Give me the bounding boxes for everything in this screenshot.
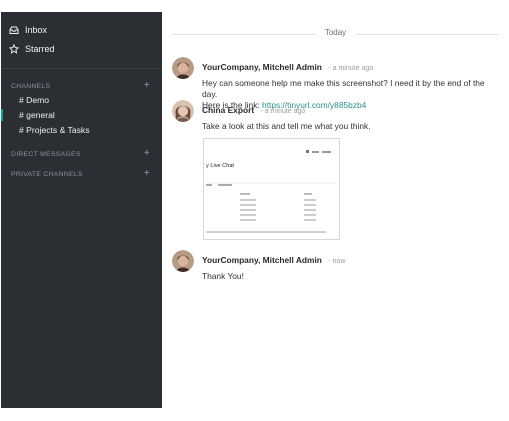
inbox-icon [9,26,19,34]
message-body: Take a look at this and tell me what you… [202,121,501,132]
star-icon [9,44,19,54]
private-channels-header-label: PRIVATE CHANNELS [11,170,83,178]
chat-main: Today YourCompany, Mitchell Admin - a mi… [162,0,509,421]
day-separator: Today [172,28,499,40]
message-header: China Export - a minute ago [202,100,501,118]
channel-projects-tasks[interactable]: # Projects & Tasks [19,125,90,135]
message-author[interactable]: YourCompany, Mitchell Admin [202,62,322,72]
day-separator-line [172,34,316,35]
add-channel-button[interactable]: + [144,81,150,91]
channels-header-label: CHANNELS [11,82,51,90]
inbox-nav-item[interactable]: Inbox [9,25,47,35]
direct-messages-section-header: DIRECT MESSAGES + [11,149,150,159]
active-channel-indicator [1,109,3,121]
attachment-title: y Live Chat [206,163,234,169]
channel-general[interactable]: # general [19,110,55,120]
inbox-label: Inbox [25,25,48,35]
direct-messages-header-label: DIRECT MESSAGES [11,150,81,158]
avatar[interactable] [172,57,194,79]
message-text: Thank You! [202,271,244,281]
avatar[interactable] [172,100,194,122]
add-direct-message-button[interactable]: + [144,149,150,159]
attachment-thumbnail: y Live Chat [204,139,339,239]
private-channels-section-header: PRIVATE CHANNELS + [11,169,150,179]
starred-nav-item[interactable]: Starred [9,44,55,54]
channel-demo[interactable]: # Demo [19,95,49,105]
day-separator-label: Today [324,28,347,37]
sidebar-divider [1,68,162,69]
day-separator-line [355,34,499,35]
add-private-channel-button[interactable]: + [144,169,150,179]
message-header: YourCompany, Mitchell Admin - a minute a… [202,57,501,75]
message-time: - a minute ago [260,108,306,115]
message-author[interactable]: YourCompany, Mitchell Admin [202,255,322,265]
message-author[interactable]: China Export [202,105,254,115]
sidebar: Inbox Starred CHANNELS + # Demo # genera… [1,12,162,408]
message-text: Take a look at this and tell me what you… [202,121,371,131]
message-body: Thank You! [202,271,501,282]
channels-section-header: CHANNELS + [11,81,150,91]
message-text: Hey can someone help me make this screen… [202,78,485,99]
avatar-image [172,100,194,122]
message-content: China Export - a minute ago Take a look … [202,100,501,132]
avatar-image [172,57,194,79]
message-time: - a minute ago [328,65,374,72]
avatar[interactable] [172,250,194,272]
image-attachment[interactable]: y Live Chat [203,138,340,240]
avatar-image [172,250,194,272]
message-content: YourCompany, Mitchell Admin - now Thank … [202,250,501,282]
starred-label: Starred [25,44,55,54]
message-header: YourCompany, Mitchell Admin - now [202,250,501,268]
message-time: - now [328,258,346,265]
